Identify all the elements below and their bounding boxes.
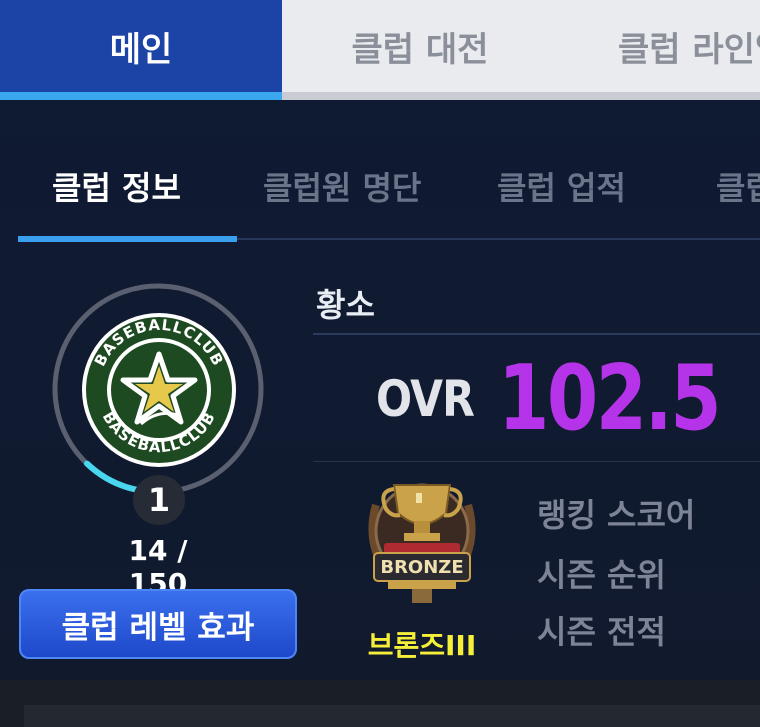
tier-badge-text: BRONZE xyxy=(380,557,463,578)
sub-tab-club-info[interactable]: 클럽 정보 xyxy=(52,160,181,216)
club-level-badge: 1 xyxy=(133,475,185,525)
club-level-effect-button[interactable]: 클럽 레벨 효과 xyxy=(19,589,297,659)
ovr-value: 102.5 xyxy=(498,346,722,451)
sub-tab-club-achievements[interactable]: 클럽 업적 xyxy=(497,160,626,216)
sub-tab-active-indicator xyxy=(18,236,237,242)
club-emblem: BASEBALLCLUB BASEBALLCLUB xyxy=(82,313,236,467)
club-name: 황소 xyxy=(316,286,375,324)
bronze-trophy-icon: BRONZE xyxy=(368,483,476,603)
sub-tab-more[interactable]: 클럽 xyxy=(716,160,760,216)
top-tab-main[interactable]: 메인 xyxy=(0,0,282,100)
top-tab-club-battle[interactable]: 클럽 대전 xyxy=(310,0,530,92)
stat-ranking-score: 랭킹 스코어 xyxy=(537,496,696,534)
name-divider xyxy=(313,333,760,335)
top-tab-club-lineup[interactable]: 클럽 라인업 xyxy=(600,0,760,92)
ovr-divider xyxy=(313,461,760,462)
bottom-panel-inner xyxy=(24,705,760,727)
stat-season-rank: 시즌 순위 xyxy=(537,556,666,594)
top-tab-bar: 메인 클럽 대전 클럽 라인업 xyxy=(0,0,760,100)
tier-label: 브론즈III xyxy=(367,629,477,662)
stat-season-record: 시즌 전적 xyxy=(537,613,666,651)
sub-tab-club-members[interactable]: 클럽원 명단 xyxy=(263,160,421,216)
top-tab-divider xyxy=(282,92,760,100)
ovr-label: OVR xyxy=(376,370,475,428)
